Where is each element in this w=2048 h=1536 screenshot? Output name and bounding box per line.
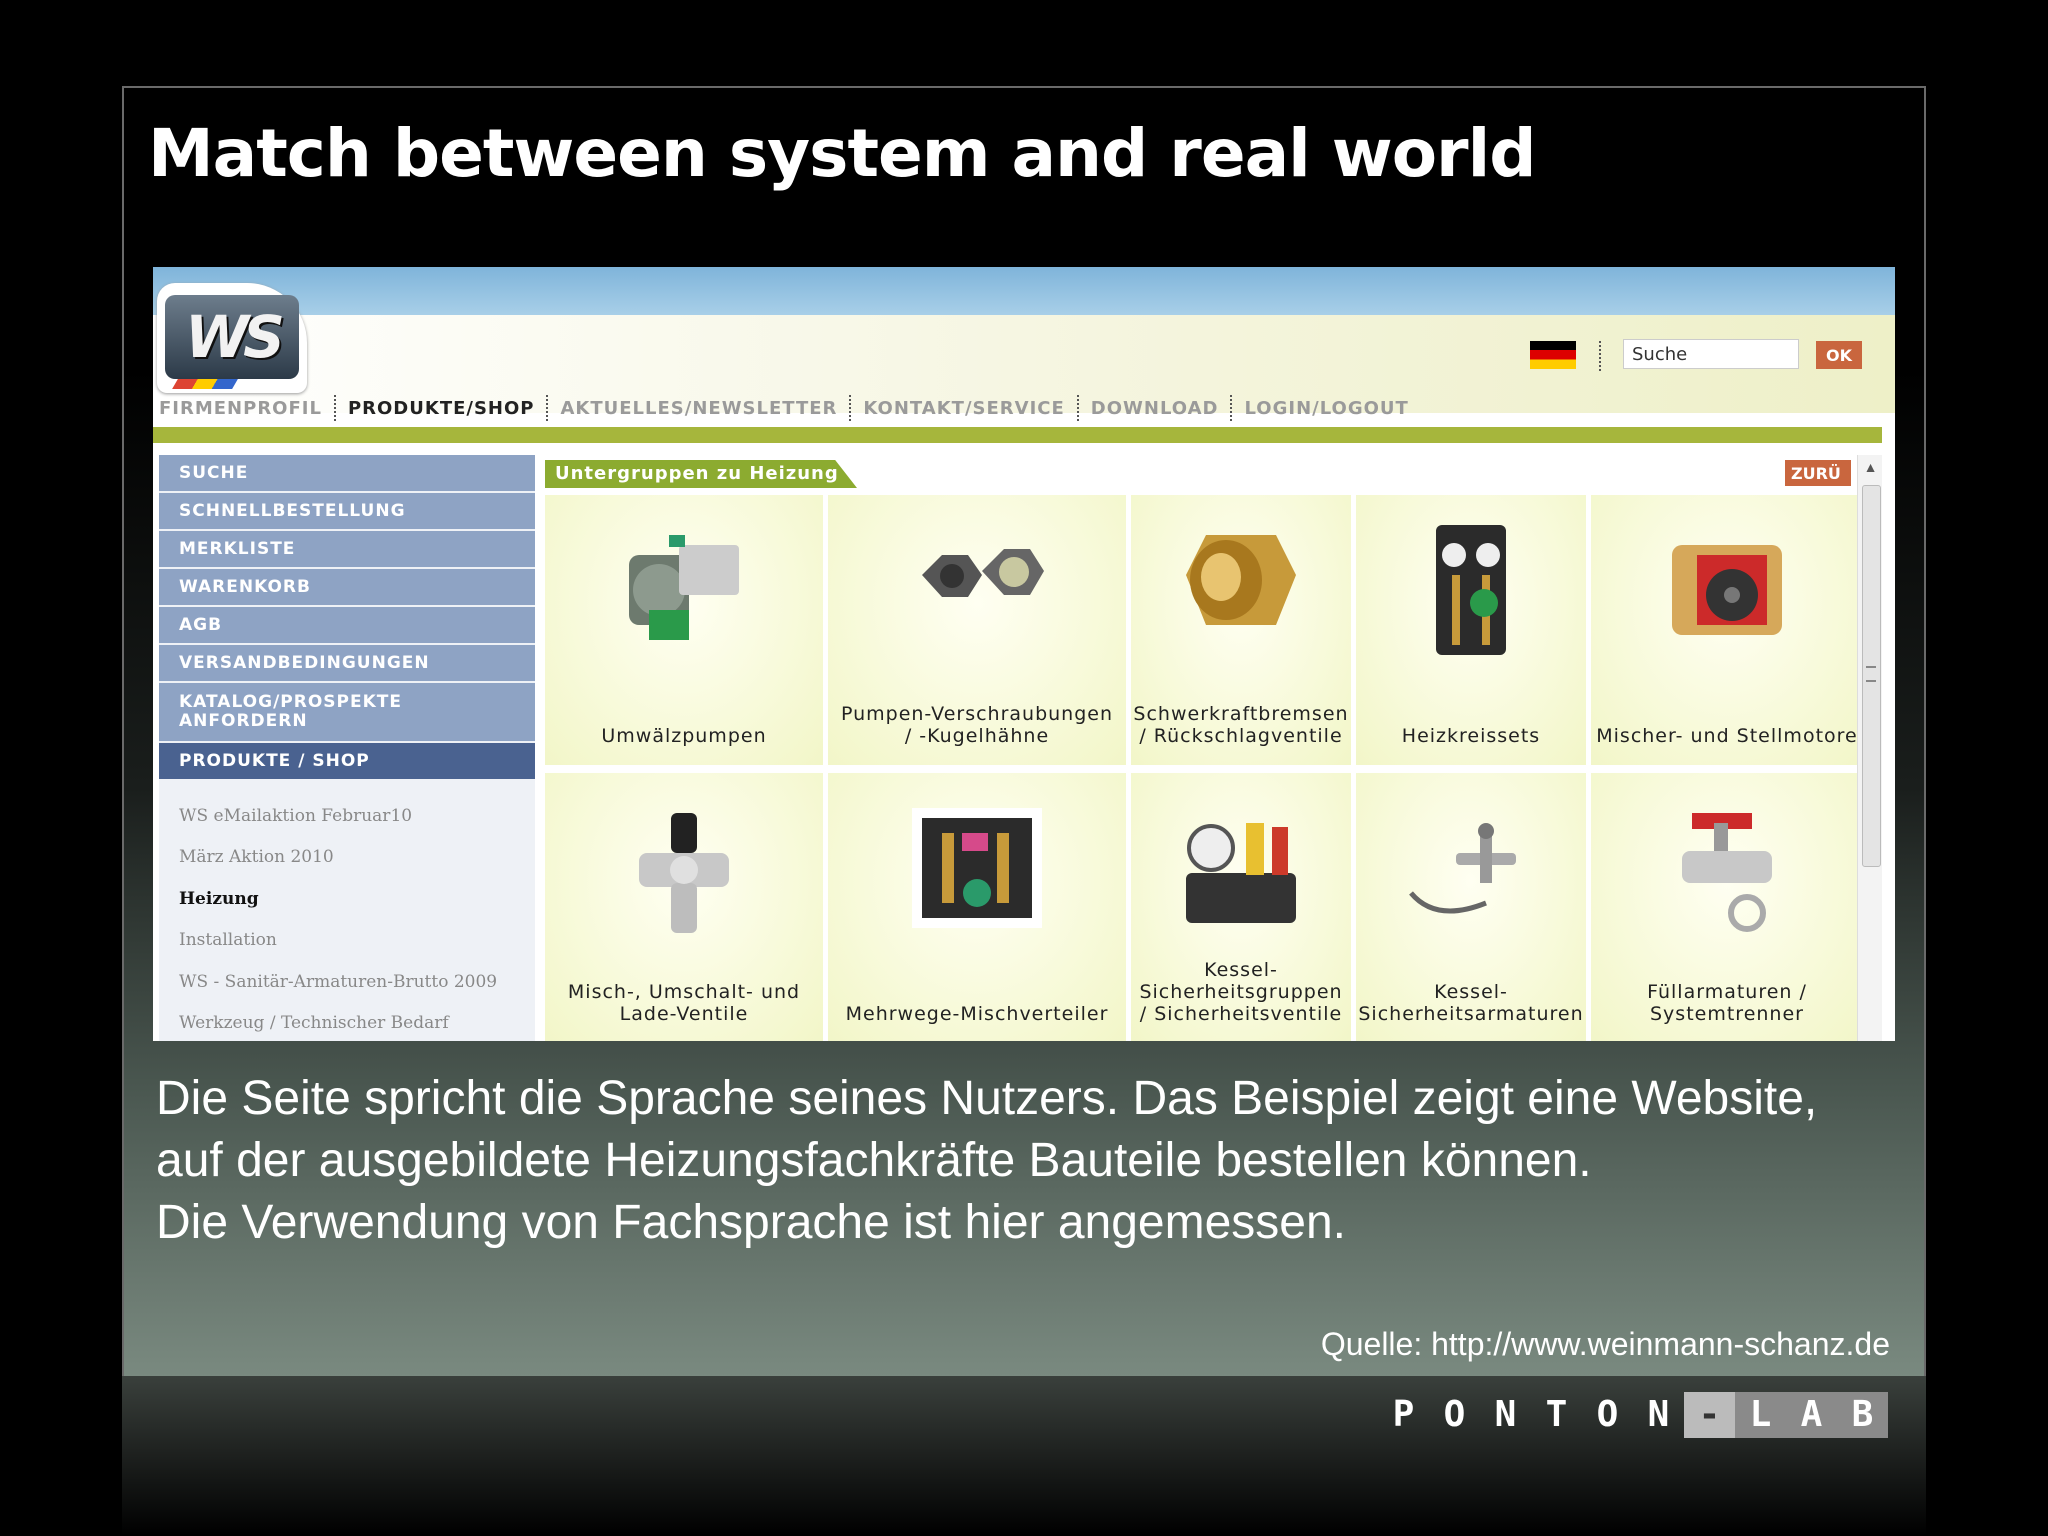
brand-letter: P bbox=[1392, 1394, 1415, 1435]
heating-set-icon[interactable] bbox=[1396, 515, 1546, 665]
nav-separator bbox=[1076, 395, 1079, 421]
product-label[interactable]: Umwälzpumpen bbox=[545, 725, 823, 747]
nav-separator bbox=[1230, 395, 1233, 421]
slide-body: Die Seite spricht die Sprache seines Nut… bbox=[156, 1068, 1936, 1254]
brand-letter: O bbox=[1596, 1394, 1619, 1435]
header-sky bbox=[153, 267, 1895, 315]
product-grid: Umwälzpumpen Pumpen-Verschraubungen / -Ku… bbox=[545, 495, 1863, 1041]
product-tile[interactable]: Misch-, Umschalt- und Lade-Ventile bbox=[545, 773, 823, 1041]
safety-group-icon[interactable] bbox=[1166, 793, 1316, 943]
sidebar-item-produkte-shop[interactable]: PRODUKTE / SHOP bbox=[159, 743, 535, 779]
sidebar-item-warenkorb[interactable]: WARENKORB bbox=[159, 569, 535, 605]
group-title: Untergruppen zu Heizung bbox=[545, 460, 857, 488]
brand-letter: O bbox=[1443, 1394, 1466, 1435]
pump-icon[interactable] bbox=[609, 515, 759, 665]
product-tile[interactable]: Heizkreissets bbox=[1356, 495, 1586, 765]
product-label[interactable]: Mischer- und Stellmotore bbox=[1591, 725, 1863, 747]
search-ok-button[interactable]: OK bbox=[1816, 341, 1862, 369]
sidebar: SUCHE SCHNELLBESTELLUNG MERKLISTE WARENKORB… bbox=[159, 455, 535, 1041]
brand-letter: - bbox=[1684, 1392, 1735, 1438]
sidebar-item-katalog-prospekte-anfordern[interactable]: KATALOG/PROSPEKTE ANFORDERN bbox=[159, 683, 535, 741]
brand-letter: L bbox=[1735, 1392, 1786, 1438]
german-flag-icon[interactable] bbox=[1530, 341, 1576, 369]
scrollbar[interactable]: ▲ bbox=[1857, 455, 1882, 1041]
sidebar-item-schnellbestellung[interactable]: SCHNELLBESTELLUNG bbox=[159, 493, 535, 529]
sidebar-subnav: WS eMailaktion Februar10 März Aktion 2010… bbox=[159, 781, 535, 1041]
fitting-icon[interactable] bbox=[902, 515, 1052, 665]
body-line-2: auf der ausgebildete Heizungsfachkräfte … bbox=[156, 1134, 1592, 1187]
product-label[interactable]: Schwerkraftbremsen / Rückschlagventile bbox=[1131, 703, 1351, 747]
slide-title: Match between system and real world bbox=[148, 115, 1536, 192]
sidebar-item-suche[interactable]: SUCHE bbox=[159, 455, 535, 491]
nav-underline-bar bbox=[153, 427, 1882, 443]
nav-download[interactable]: DOWNLOAD bbox=[1091, 398, 1219, 419]
subnav-item[interactable]: WS eMailaktion Februar10 bbox=[159, 795, 535, 837]
product-content: Untergruppen zu Heizung ZURÜ Umwälzpumpe… bbox=[545, 455, 1882, 1041]
check-valve-icon[interactable] bbox=[1166, 515, 1316, 665]
product-tile[interactable]: Umwälzpumpen bbox=[545, 495, 823, 765]
sidebar-item-versandbedingungen[interactable]: VERSANDBEDINGUNGEN bbox=[159, 645, 535, 681]
product-tile[interactable]: Kessel- Sicherheitsgruppen / Sicherheits… bbox=[1131, 773, 1351, 1041]
brand-letter: N bbox=[1647, 1394, 1670, 1435]
nav-kontakt-service[interactable]: KONTAKT/SERVICE bbox=[863, 398, 1064, 419]
product-label[interactable]: Misch-, Umschalt- und Lade-Ventile bbox=[545, 981, 823, 1025]
top-navigation: FIRMENPROFIL PRODUKTE/SHOP AKTUELLES/NEWSL… bbox=[159, 395, 1409, 421]
source-credit: Quelle: http://www.weinmann-schanz.de bbox=[1320, 1326, 1890, 1362]
product-label[interactable]: Kessel- Sicherheitsgruppen / Sicherheits… bbox=[1131, 959, 1351, 1025]
search-input[interactable] bbox=[1623, 339, 1799, 369]
back-button[interactable]: ZURÜ bbox=[1785, 460, 1851, 486]
nav-firmenprofil[interactable]: FIRMENPROFIL bbox=[159, 398, 322, 419]
sidebar-item-merkliste[interactable]: MERKLISTE bbox=[159, 531, 535, 567]
mixing-valve-icon[interactable] bbox=[609, 793, 759, 943]
website-screenshot: WS OK FIRMENPROFIL PRODUKTE/SHOP AKTUELLES… bbox=[153, 267, 1895, 1041]
body-line-3: Die Verwendung von Fachsprache ist hier … bbox=[156, 1196, 1347, 1249]
product-label[interactable]: Füllarmaturen / Systemtrenner bbox=[1591, 981, 1863, 1025]
subnav-item[interactable]: Installation bbox=[159, 920, 535, 962]
header-separator bbox=[1599, 341, 1601, 371]
pontonlab-logo: PONTON-LAB bbox=[1378, 1392, 1888, 1438]
brand-letter: A bbox=[1786, 1392, 1837, 1438]
product-label[interactable]: Heizkreissets bbox=[1356, 725, 1586, 747]
mixer-motor-icon[interactable] bbox=[1652, 515, 1802, 665]
scroll-thumb[interactable] bbox=[1862, 485, 1881, 867]
fill-valve-icon[interactable] bbox=[1652, 793, 1802, 943]
brand-letter: T bbox=[1545, 1394, 1568, 1435]
sidebar-menu: SUCHE SCHNELLBESTELLUNG MERKLISTE WARENKORB… bbox=[159, 455, 535, 779]
product-label[interactable]: Kessel- Sicherheitsarmaturen bbox=[1356, 981, 1586, 1025]
product-tile[interactable]: Mischer- und Stellmotore bbox=[1591, 495, 1863, 765]
nav-login-logout[interactable]: LOGIN/LOGOUT bbox=[1244, 398, 1408, 419]
brand-letter: N bbox=[1494, 1394, 1517, 1435]
nav-aktuelles-newsletter[interactable]: AKTUELLES/NEWSLETTER bbox=[560, 398, 837, 419]
logo-stripes bbox=[172, 379, 238, 389]
nav-separator bbox=[333, 395, 336, 421]
boiler-fitting-icon[interactable] bbox=[1396, 793, 1546, 943]
product-tile[interactable]: Füllarmaturen / Systemtrenner bbox=[1591, 773, 1863, 1041]
product-label[interactable]: Mehrwege-Mischverteiler bbox=[828, 1003, 1126, 1025]
subnav-item[interactable]: Heizung bbox=[159, 878, 535, 920]
grip-icon bbox=[1866, 666, 1876, 682]
product-label[interactable]: Pumpen-Verschraubungen / -Kugelhähne bbox=[828, 703, 1126, 747]
subnav-item[interactable]: Werkzeug / Technischer Bedarf bbox=[159, 1003, 535, 1042]
logo-mark: WS bbox=[165, 295, 299, 379]
manifold-icon[interactable] bbox=[902, 793, 1052, 943]
subnav-item[interactable]: März Aktion 2010 bbox=[159, 837, 535, 879]
product-tile[interactable]: Kessel- Sicherheitsarmaturen bbox=[1356, 773, 1586, 1041]
body-line-1: Die Seite spricht die Sprache seines Nut… bbox=[156, 1072, 1818, 1125]
sidebar-item-agb[interactable]: AGB bbox=[159, 607, 535, 643]
product-tile[interactable]: Schwerkraftbremsen / Rückschlagventile bbox=[1131, 495, 1351, 765]
brand-letter: B bbox=[1837, 1392, 1888, 1438]
product-tile[interactable]: Mehrwege-Mischverteiler bbox=[828, 773, 1126, 1041]
nav-separator bbox=[849, 395, 852, 421]
nav-separator bbox=[546, 395, 549, 421]
nav-produkte-shop[interactable]: PRODUKTE/SHOP bbox=[348, 398, 535, 419]
product-tile[interactable]: Pumpen-Verschraubungen / -Kugelhähne bbox=[828, 495, 1126, 765]
ws-logo[interactable]: WS bbox=[157, 283, 307, 393]
scroll-up-arrow-icon[interactable]: ▲ bbox=[1858, 459, 1882, 475]
subnav-item[interactable]: WS - Sanitär-Armaturen-Brutto 2009 bbox=[159, 961, 535, 1003]
